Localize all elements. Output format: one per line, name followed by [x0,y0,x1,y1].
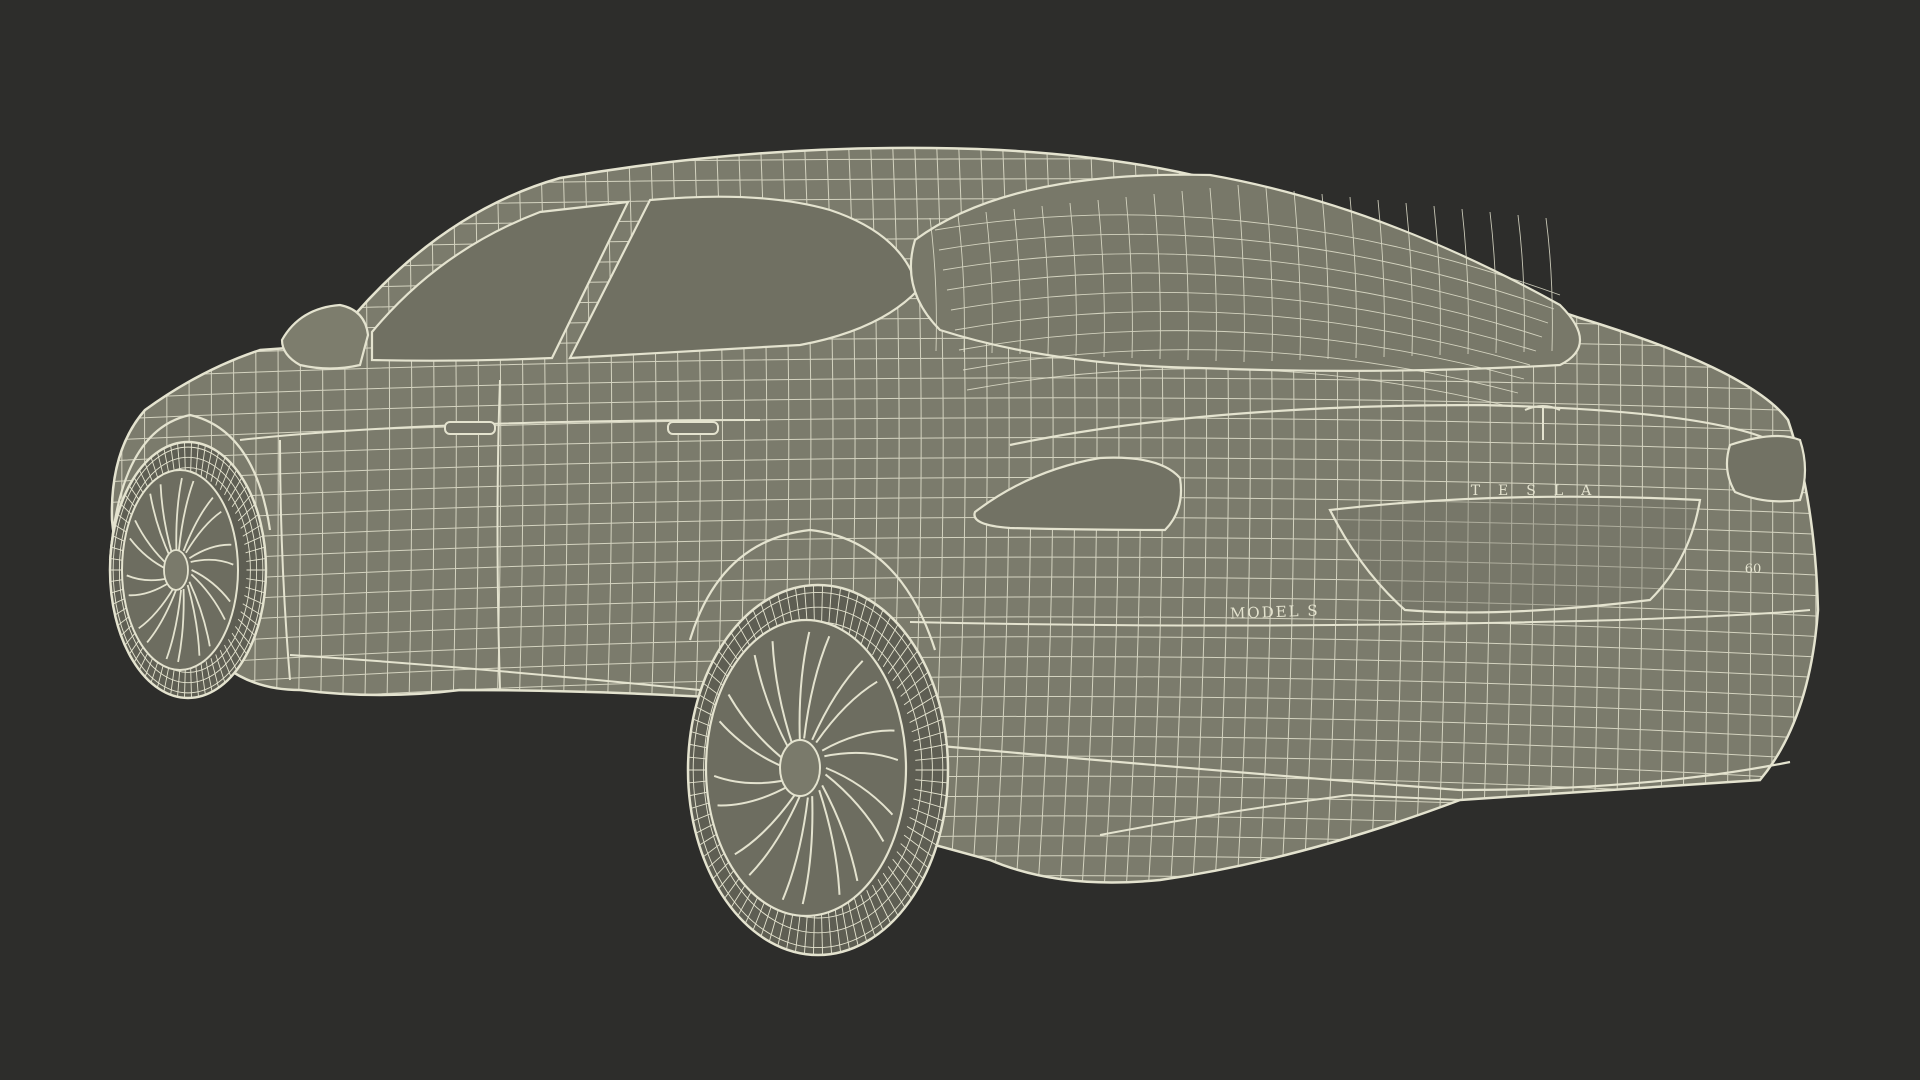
brand-lettering: TESLA [1471,483,1610,499]
side-mirror [280,303,370,370]
model-badge: MODEL S [1230,601,1320,622]
trim-badge: 60 [1745,562,1762,577]
side-windows [370,195,920,362]
rear-hub [779,739,821,797]
right-taillight [1725,434,1807,503]
front-hub [163,549,189,591]
wireframe-render: TESLA MODEL S 60 [108,146,1820,957]
